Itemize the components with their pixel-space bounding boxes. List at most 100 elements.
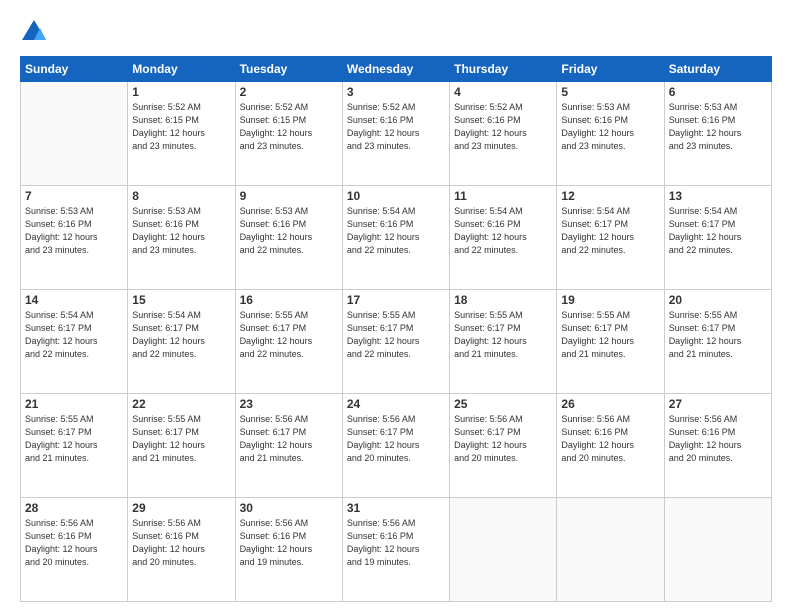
day-info: Sunrise: 5:55 AM Sunset: 6:17 PM Dayligh… xyxy=(347,309,445,361)
day-info: Sunrise: 5:56 AM Sunset: 6:16 PM Dayligh… xyxy=(240,517,338,569)
day-info: Sunrise: 5:55 AM Sunset: 6:17 PM Dayligh… xyxy=(240,309,338,361)
calendar-cell: 5 Sunrise: 5:53 AM Sunset: 6:16 PM Daylig… xyxy=(557,82,664,186)
calendar-header-friday: Friday xyxy=(557,57,664,82)
day-number: 11 xyxy=(454,189,552,203)
day-info: Sunrise: 5:56 AM Sunset: 6:16 PM Dayligh… xyxy=(25,517,123,569)
day-info: Sunrise: 5:52 AM Sunset: 6:16 PM Dayligh… xyxy=(347,101,445,153)
day-info: Sunrise: 5:53 AM Sunset: 6:16 PM Dayligh… xyxy=(240,205,338,257)
day-number: 6 xyxy=(669,85,767,99)
day-info: Sunrise: 5:53 AM Sunset: 6:16 PM Dayligh… xyxy=(561,101,659,153)
day-info: Sunrise: 5:54 AM Sunset: 6:17 PM Dayligh… xyxy=(25,309,123,361)
day-info: Sunrise: 5:52 AM Sunset: 6:16 PM Dayligh… xyxy=(454,101,552,153)
calendar-cell: 25Sunrise: 5:56 AM Sunset: 6:17 PM Dayli… xyxy=(450,394,557,498)
day-number: 2 xyxy=(240,85,338,99)
day-number: 29 xyxy=(132,501,230,515)
calendar-cell: 21Sunrise: 5:55 AM Sunset: 6:17 PM Dayli… xyxy=(21,394,128,498)
calendar-cell: 22 Sunrise: 5:55 AM Sunset: 6:17 PM Dayli… xyxy=(128,394,235,498)
day-info: Sunrise: 5:55 AM Sunset: 6:17 PM Dayligh… xyxy=(561,309,659,361)
week-row-5: 28 Sunrise: 5:56 AM Sunset: 6:16 PM Dayli… xyxy=(21,498,772,602)
calendar-cell: 29 Sunrise: 5:56 AM Sunset: 6:16 PM Dayli… xyxy=(128,498,235,602)
day-number: 15 xyxy=(132,293,230,307)
calendar-cell: 31Sunrise: 5:56 AM Sunset: 6:16 PM Dayli… xyxy=(342,498,449,602)
day-number: 8 xyxy=(132,189,230,203)
calendar-cell: 6 Sunrise: 5:53 AM Sunset: 6:16 PM Daylig… xyxy=(664,82,771,186)
day-number: 18 xyxy=(454,293,552,307)
day-number: 10 xyxy=(347,189,445,203)
day-info: Sunrise: 5:53 AM Sunset: 6:16 PM Dayligh… xyxy=(25,205,123,257)
day-info: Sunrise: 5:52 AM Sunset: 6:15 PM Dayligh… xyxy=(132,101,230,153)
calendar-table: SundayMondayTuesdayWednesdayThursdayFrid… xyxy=(20,56,772,602)
day-number: 27 xyxy=(669,397,767,411)
day-info: Sunrise: 5:54 AM Sunset: 6:16 PM Dayligh… xyxy=(454,205,552,257)
day-number: 9 xyxy=(240,189,338,203)
day-number: 4 xyxy=(454,85,552,99)
day-number: 17 xyxy=(347,293,445,307)
day-number: 7 xyxy=(25,189,123,203)
calendar-cell: 12 Sunrise: 5:54 AM Sunset: 6:17 PM Dayli… xyxy=(557,186,664,290)
day-number: 12 xyxy=(561,189,659,203)
calendar-cell: 15 Sunrise: 5:54 AM Sunset: 6:17 PM Dayli… xyxy=(128,290,235,394)
logo-icon xyxy=(20,18,48,46)
day-info: Sunrise: 5:54 AM Sunset: 6:17 PM Dayligh… xyxy=(669,205,767,257)
calendar-header-wednesday: Wednesday xyxy=(342,57,449,82)
week-row-4: 21 Sunrise: 5:55 AM Sunset: 6:17 PM Dayli… xyxy=(21,394,772,498)
calendar-cell: 7 Sunrise: 5:53 AM Sunset: 6:16 PM Daylig… xyxy=(21,186,128,290)
day-number: 20 xyxy=(669,293,767,307)
week-row-1: 1Sunrise: 5:52 AM Sunset: 6:15 PM Daylig… xyxy=(21,82,772,186)
calendar-cell: 9 Sunrise: 5:53 AM Sunset: 6:16 PM Daylig… xyxy=(235,186,342,290)
day-number: 19 xyxy=(561,293,659,307)
day-number: 13 xyxy=(669,189,767,203)
day-info: Sunrise: 5:56 AM Sunset: 6:17 PM Dayligh… xyxy=(347,413,445,465)
day-info: Sunrise: 5:54 AM Sunset: 6:16 PM Dayligh… xyxy=(347,205,445,257)
calendar-cell: 10 Sunrise: 5:54 AM Sunset: 6:16 PM Dayli… xyxy=(342,186,449,290)
day-info: Sunrise: 5:55 AM Sunset: 6:17 PM Dayligh… xyxy=(132,413,230,465)
day-info: Sunrise: 5:53 AM Sunset: 6:16 PM Dayligh… xyxy=(669,101,767,153)
calendar-cell: 3Sunrise: 5:52 AM Sunset: 6:16 PM Daylig… xyxy=(342,82,449,186)
calendar-cell: 28 Sunrise: 5:56 AM Sunset: 6:16 PM Dayli… xyxy=(21,498,128,602)
calendar-cell xyxy=(21,82,128,186)
day-number: 31 xyxy=(347,501,445,515)
calendar-cell: 23Sunrise: 5:56 AM Sunset: 6:17 PM Dayli… xyxy=(235,394,342,498)
day-number: 14 xyxy=(25,293,123,307)
day-number: 28 xyxy=(25,501,123,515)
calendar-header-monday: Monday xyxy=(128,57,235,82)
week-row-2: 7 Sunrise: 5:53 AM Sunset: 6:16 PM Daylig… xyxy=(21,186,772,290)
calendar-header-sunday: Sunday xyxy=(21,57,128,82)
calendar-cell: 26 Sunrise: 5:56 AM Sunset: 6:16 PM Dayli… xyxy=(557,394,664,498)
calendar-cell: 14 Sunrise: 5:54 AM Sunset: 6:17 PM Dayli… xyxy=(21,290,128,394)
calendar-cell: 13 Sunrise: 5:54 AM Sunset: 6:17 PM Dayli… xyxy=(664,186,771,290)
day-number: 5 xyxy=(561,85,659,99)
day-info: Sunrise: 5:56 AM Sunset: 6:16 PM Dayligh… xyxy=(561,413,659,465)
day-info: Sunrise: 5:56 AM Sunset: 6:16 PM Dayligh… xyxy=(669,413,767,465)
logo xyxy=(20,18,52,46)
calendar-cell xyxy=(664,498,771,602)
day-number: 30 xyxy=(240,501,338,515)
day-info: Sunrise: 5:52 AM Sunset: 6:15 PM Dayligh… xyxy=(240,101,338,153)
day-info: Sunrise: 5:54 AM Sunset: 6:17 PM Dayligh… xyxy=(561,205,659,257)
day-number: 26 xyxy=(561,397,659,411)
week-row-3: 14 Sunrise: 5:54 AM Sunset: 6:17 PM Dayli… xyxy=(21,290,772,394)
day-number: 25 xyxy=(454,397,552,411)
day-info: Sunrise: 5:55 AM Sunset: 6:17 PM Dayligh… xyxy=(454,309,552,361)
calendar-cell: 18 Sunrise: 5:55 AM Sunset: 6:17 PM Dayli… xyxy=(450,290,557,394)
day-info: Sunrise: 5:56 AM Sunset: 6:17 PM Dayligh… xyxy=(240,413,338,465)
day-number: 21 xyxy=(25,397,123,411)
calendar-cell: 16Sunrise: 5:55 AM Sunset: 6:17 PM Dayli… xyxy=(235,290,342,394)
calendar-cell: 24Sunrise: 5:56 AM Sunset: 6:17 PM Dayli… xyxy=(342,394,449,498)
calendar-cell: 8Sunrise: 5:53 AM Sunset: 6:16 PM Daylig… xyxy=(128,186,235,290)
calendar-cell xyxy=(450,498,557,602)
calendar-cell: 1Sunrise: 5:52 AM Sunset: 6:15 PM Daylig… xyxy=(128,82,235,186)
calendar-cell: 17 Sunrise: 5:55 AM Sunset: 6:17 PM Dayli… xyxy=(342,290,449,394)
day-info: Sunrise: 5:54 AM Sunset: 6:17 PM Dayligh… xyxy=(132,309,230,361)
calendar-cell: 30 Sunrise: 5:56 AM Sunset: 6:16 PM Dayli… xyxy=(235,498,342,602)
calendar-header-saturday: Saturday xyxy=(664,57,771,82)
day-number: 22 xyxy=(132,397,230,411)
calendar-cell: 11 Sunrise: 5:54 AM Sunset: 6:16 PM Dayli… xyxy=(450,186,557,290)
calendar-cell: 20 Sunrise: 5:55 AM Sunset: 6:17 PM Dayli… xyxy=(664,290,771,394)
day-info: Sunrise: 5:56 AM Sunset: 6:16 PM Dayligh… xyxy=(132,517,230,569)
day-info: Sunrise: 5:55 AM Sunset: 6:17 PM Dayligh… xyxy=(669,309,767,361)
calendar-cell: 27 Sunrise: 5:56 AM Sunset: 6:16 PM Dayli… xyxy=(664,394,771,498)
calendar-cell xyxy=(557,498,664,602)
header xyxy=(20,18,772,46)
calendar-cell: 4 Sunrise: 5:52 AM Sunset: 6:16 PM Daylig… xyxy=(450,82,557,186)
